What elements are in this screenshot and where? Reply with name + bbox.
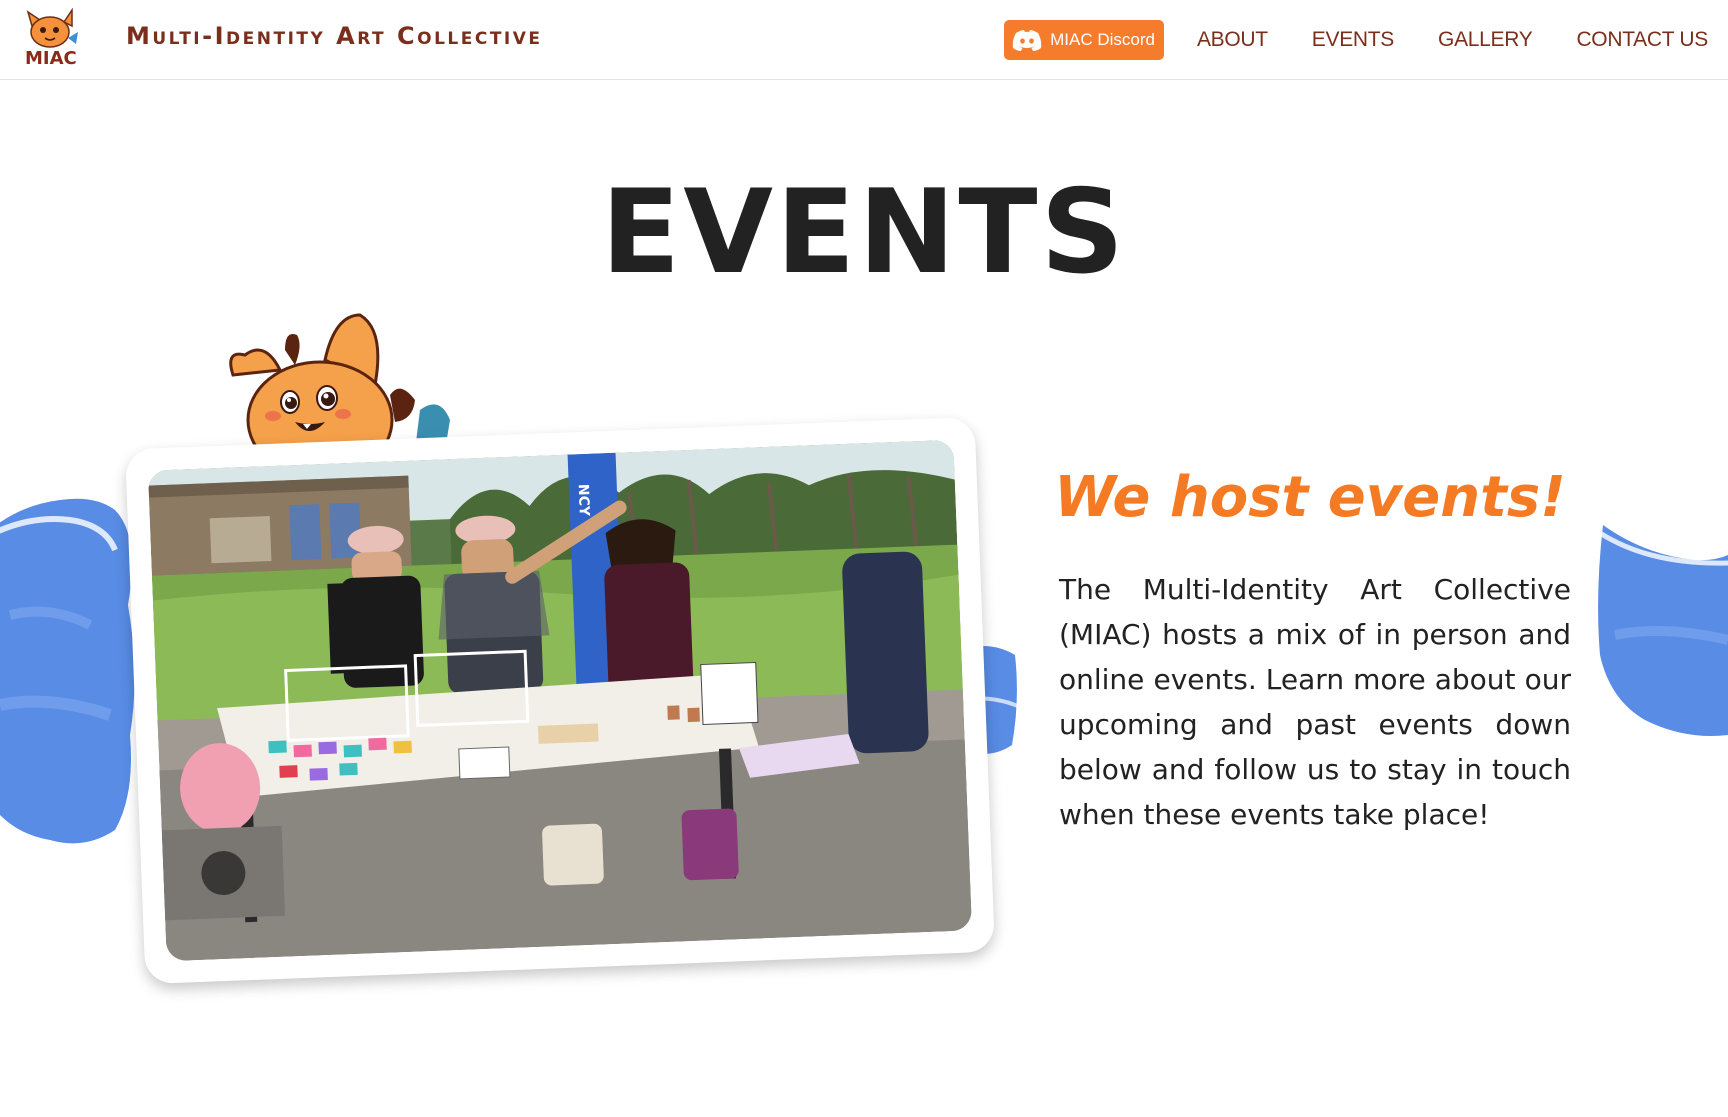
page-title: EVENTS bbox=[600, 165, 1127, 300]
discord-icon bbox=[1012, 29, 1042, 51]
nav-contact-us[interactable]: CONTACT US bbox=[1576, 28, 1708, 52]
nav-events[interactable]: EVENTS bbox=[1312, 28, 1395, 52]
fox-mascot bbox=[225, 310, 485, 480]
event-photo[interactable]: NCY bbox=[147, 439, 973, 962]
events-description: The Multi-Identity Art Collective (MIAC)… bbox=[1059, 573, 1571, 831]
nav-gallery[interactable]: GALLERY bbox=[1438, 28, 1533, 52]
event-photo-card: NCY bbox=[125, 416, 995, 985]
site-title[interactable]: Multi-Identity Art Collective bbox=[126, 22, 543, 50]
discord-button[interactable]: MIAC Discord bbox=[1004, 20, 1164, 60]
blue-brush-decoration-left bbox=[0, 495, 140, 854]
discord-button-label: MIAC Discord bbox=[1050, 30, 1155, 49]
events-subtitle: We host events! bbox=[1054, 465, 1566, 530]
miac-logo[interactable]: MIAC bbox=[20, 7, 82, 70]
main-nav: MIAC Discord ABOUT EVENTS GALLERY CONTAC… bbox=[1004, 20, 1708, 60]
sign-text: NCY bbox=[575, 484, 592, 518]
nav-about[interactable]: ABOUT bbox=[1197, 28, 1268, 52]
site-header: MIAC Multi-Identity Art Collective MIAC … bbox=[0, 0, 1728, 80]
blue-brush-decoration-right bbox=[1595, 525, 1728, 744]
logo-text: MIAC bbox=[25, 48, 77, 69]
